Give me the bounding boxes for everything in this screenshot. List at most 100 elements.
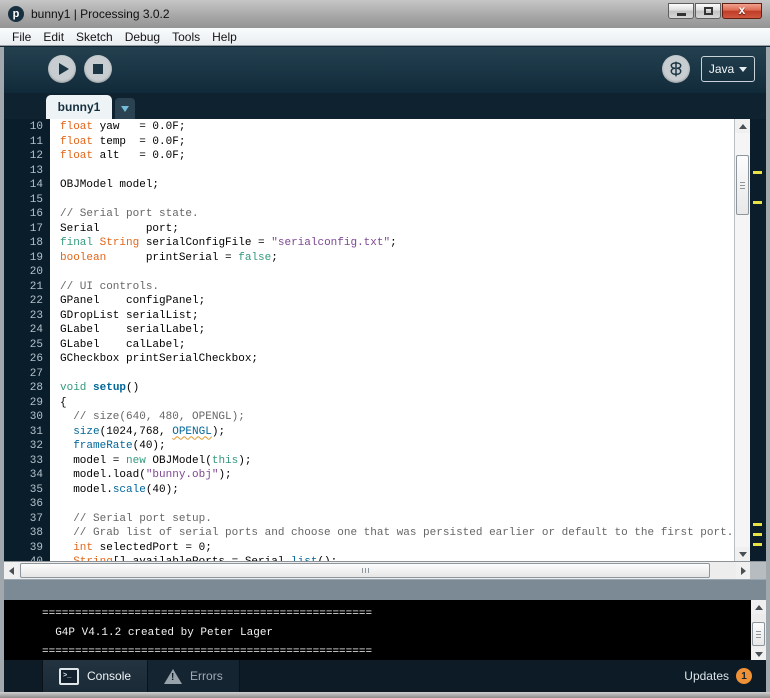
debug-button[interactable] — [662, 55, 690, 83]
console-scroll-up-button[interactable] — [751, 600, 766, 614]
code-line-36[interactable] — [60, 497, 734, 512]
line-number: 20 — [4, 265, 43, 280]
arrow-down-icon — [739, 552, 747, 557]
code-line-14[interactable]: OBJModel model; — [60, 178, 734, 193]
line-number: 21 — [4, 280, 43, 295]
warning-marker[interactable] — [753, 543, 762, 546]
line-number: 19 — [4, 251, 43, 266]
code-line-25[interactable]: GLabel calLabel; — [60, 338, 734, 353]
editor-vertical-scrollbar[interactable] — [734, 119, 750, 561]
tab-errors[interactable]: Errors — [148, 660, 240, 692]
line-number: 11 — [4, 135, 43, 150]
code-line-13[interactable] — [60, 164, 734, 179]
code-line-23[interactable]: GDropList serialList; — [60, 309, 734, 324]
code-line-29[interactable]: { — [60, 396, 734, 411]
scroll-left-button[interactable] — [4, 562, 18, 580]
minimize-icon — [677, 13, 686, 16]
code-line-19[interactable]: boolean printSerial = false; — [60, 251, 734, 266]
close-icon — [739, 4, 746, 18]
code-line-27[interactable] — [60, 367, 734, 382]
title-bar[interactable]: bunny1 | Processing 3.0.2 — [0, 0, 770, 28]
footer-bar: Console Errors Updates 1 — [4, 660, 766, 692]
line-number: 13 — [4, 164, 43, 179]
horizontal-scroll-thumb[interactable] — [20, 563, 710, 578]
code-line-28[interactable]: void setup() — [60, 381, 734, 396]
window-title: bunny1 | Processing 3.0.2 — [31, 7, 170, 21]
arrow-up-icon — [739, 124, 747, 129]
tab-console[interactable]: Console — [42, 660, 148, 692]
menu-item-help[interactable]: Help — [206, 30, 243, 44]
menu-item-debug[interactable]: Debug — [119, 30, 166, 44]
code-line-11[interactable]: float temp = 0.0F; — [60, 135, 734, 150]
console-line: ========================================… — [42, 643, 751, 661]
errors-tab-label: Errors — [190, 669, 223, 683]
line-number: 14 — [4, 178, 43, 193]
code-line-12[interactable]: float alt = 0.0F; — [60, 149, 734, 164]
line-number: 10 — [4, 120, 43, 135]
code-line-32[interactable]: frameRate(40); — [60, 439, 734, 454]
warning-marker[interactable] — [753, 201, 762, 204]
line-number: 15 — [4, 193, 43, 208]
warning-marker[interactable] — [753, 171, 762, 174]
code-line-35[interactable]: model.scale(40); — [60, 483, 734, 498]
console-scroll-thumb[interactable] — [752, 622, 765, 646]
menu-item-edit[interactable]: Edit — [37, 30, 70, 44]
updates-count-badge: 1 — [736, 668, 752, 684]
warning-marker[interactable] — [753, 533, 762, 536]
code-line-17[interactable]: Serial port; — [60, 222, 734, 237]
code-line-31[interactable]: size(1024,768, OPENGL); — [60, 425, 734, 440]
code-line-22[interactable]: GPanel configPanel; — [60, 294, 734, 309]
close-button[interactable] — [722, 3, 762, 19]
tab-label: bunny1 — [58, 100, 101, 114]
code-line-16[interactable]: // Serial port state. — [60, 207, 734, 222]
scroll-right-button[interactable] — [736, 562, 750, 580]
scroll-up-button[interactable] — [735, 119, 750, 133]
menu-item-tools[interactable]: Tools — [166, 30, 206, 44]
tab-menu-button[interactable] — [115, 98, 135, 119]
code-line-38[interactable]: // Grab list of serial ports and choose … — [60, 526, 734, 541]
code-lines[interactable]: float yaw = 0.0F;float temp = 0.0F;float… — [50, 119, 734, 561]
console-scroll-down-button[interactable] — [751, 647, 766, 661]
code-line-26[interactable]: GCheckbox printSerialCheckbox; — [60, 352, 734, 367]
line-number: 31 — [4, 425, 43, 440]
mode-selector-java[interactable]: Java — [701, 56, 755, 82]
tab-strip: bunny1 — [4, 93, 766, 119]
menu-item-sketch[interactable]: Sketch — [70, 30, 119, 44]
code-line-24[interactable]: GLabel serialLabel; — [60, 323, 734, 338]
play-icon — [59, 63, 69, 75]
warning-strip — [750, 119, 766, 561]
line-number: 34 — [4, 468, 43, 483]
editor-horizontal-scrollbar[interactable] — [4, 561, 766, 580]
code-line-20[interactable] — [60, 265, 734, 280]
run-button[interactable] — [48, 55, 76, 83]
code-line-30[interactable]: // size(640, 480, OPENGL); — [60, 410, 734, 425]
line-number: 33 — [4, 454, 43, 469]
code-line-34[interactable]: model.load("bunny.obj"); — [60, 468, 734, 483]
warning-marker[interactable] — [753, 523, 762, 526]
line-number: 35 — [4, 483, 43, 498]
updates-link[interactable]: Updates 1 — [684, 660, 766, 692]
stop-button[interactable] — [84, 55, 112, 83]
vertical-scroll-thumb[interactable] — [736, 155, 749, 215]
code-line-39[interactable]: int selectedPort = 0; — [60, 541, 734, 556]
code-line-10[interactable]: float yaw = 0.0F; — [60, 120, 734, 135]
line-number: 23 — [4, 309, 43, 324]
line-number: 28 — [4, 381, 43, 396]
arrow-left-icon — [9, 567, 14, 575]
menu-item-file[interactable]: File — [6, 30, 37, 44]
code-line-37[interactable]: // Serial port setup. — [60, 512, 734, 527]
line-number: 22 — [4, 294, 43, 309]
code-line-18[interactable]: final String serialConfigFile = "serialc… — [60, 236, 734, 251]
console-output[interactable]: ========================================… — [4, 600, 751, 661]
line-number: 16 — [4, 207, 43, 222]
code-line-21[interactable]: // UI controls. — [60, 280, 734, 295]
maximize-button[interactable] — [695, 3, 721, 19]
code-line-15[interactable] — [60, 193, 734, 208]
minimize-button[interactable] — [668, 3, 694, 19]
scroll-down-button[interactable] — [735, 547, 750, 561]
tab-bunny1[interactable]: bunny1 — [46, 95, 112, 119]
console-scrollbar[interactable] — [751, 600, 766, 661]
code-line-33[interactable]: model = new OBJModel(this); — [60, 454, 734, 469]
horizontal-scroll-track[interactable] — [18, 562, 736, 580]
chevron-down-icon — [739, 67, 747, 72]
